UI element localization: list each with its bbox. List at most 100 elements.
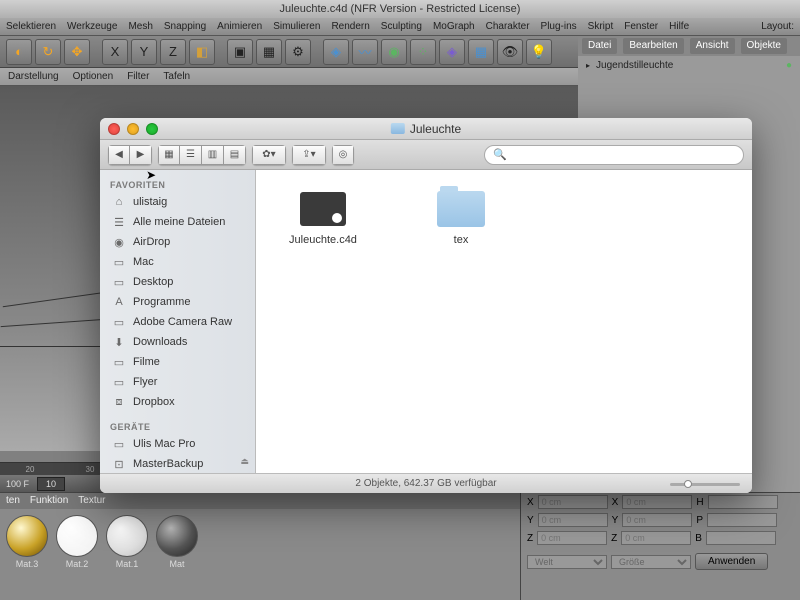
menu-plugins[interactable]: Plug-ins [541,18,577,35]
z-pos[interactable] [537,531,607,545]
tool-light-icon[interactable]: 💡 [526,39,552,65]
menu-selektieren[interactable]: Selektieren [6,18,56,35]
tool-1-icon[interactable]: ◐ [6,39,32,65]
tool-z-icon[interactable]: Z [160,39,186,65]
tool-x-icon[interactable]: X [102,39,128,65]
sidebar-item-alle-meine-dateien[interactable]: ☰Alle meine Dateien [100,212,255,232]
sidebar-item-filme[interactable]: ▭Filme [100,352,255,372]
material-mat.2[interactable]: Mat.2 [54,513,100,569]
share-button[interactable]: ⇪▾ [292,145,326,165]
action-button[interactable]: ✿▾ [252,145,286,165]
menu-sculpting[interactable]: Sculpting [381,18,422,35]
file-juleuchte-c4d[interactable]: Juleuchte.c4d ➤ [284,190,362,246]
anwenden-button[interactable]: Anwenden [695,553,768,570]
sidebar-device-ulis-mac-pro[interactable]: ▭Ulis Mac Pro [100,434,255,454]
view-cover-button[interactable]: ▤ [224,145,246,165]
rtab-ansicht[interactable]: Ansicht [690,38,735,54]
search-input[interactable] [511,149,735,161]
material-mat.3[interactable]: Mat.3 [4,513,50,569]
icon-size-slider[interactable] [670,480,740,488]
nav-back-button[interactable]: ◀ [108,145,130,165]
rtab-datei[interactable]: Datei [582,38,617,54]
rtab-objekte[interactable]: Objekte [741,38,787,54]
sb-icon: ▭ [112,315,126,329]
search-field[interactable]: 🔍 [484,145,744,165]
material-mat[interactable]: Mat [154,513,200,569]
sidebar-item-downloads[interactable]: ⬇Downloads [100,332,255,352]
menu-skript[interactable]: Skript [588,18,614,35]
tool-y-icon[interactable]: Y [131,39,157,65]
y-pos[interactable] [538,513,608,527]
subtab-tafeln[interactable]: Tafeln [163,68,190,85]
groesse-select[interactable]: Größe [611,555,691,569]
eject-icon[interactable]: ⏏ [240,456,249,467]
tool-array-icon[interactable]: ⁘ [410,39,436,65]
material-mat.1[interactable]: Mat.1 [104,513,150,569]
material-label: Mat.2 [54,559,100,569]
sidebar-item-programme[interactable]: AProgramme [100,292,255,312]
tool-spline-icon[interactable]: 〰 [352,39,378,65]
tool-2-icon[interactable]: ↻ [35,39,61,65]
x-size[interactable] [622,495,692,509]
sidebar-item-flyer[interactable]: ▭Flyer [100,372,255,392]
finder-titlebar[interactable]: Juleuchte [100,118,752,140]
tool-prim-icon[interactable]: ◈ [323,39,349,65]
rtab-bearbeiten[interactable]: Bearbeiten [623,38,683,54]
welt-select[interactable]: Welt [527,555,607,569]
tool-nurbs-icon[interactable]: ◉ [381,39,407,65]
tool-clap-icon[interactable]: ▦ [256,39,282,65]
sidebar-item-label: Flyer [133,376,157,388]
finder-content[interactable]: Juleuchte.c4d ➤ tex [256,170,752,473]
y-size[interactable] [622,513,692,527]
sidebar-item-airdrop[interactable]: ◉AirDrop [100,232,255,252]
menu-mograph[interactable]: MoGraph [433,18,475,35]
z-size[interactable] [621,531,691,545]
tool-render-icon[interactable]: ▣ [227,39,253,65]
menu-snapping[interactable]: Snapping [164,18,206,35]
menu-rendern[interactable]: Rendern [331,18,369,35]
sidebar-item-adobe-camera-raw[interactable]: ▭Adobe Camera Raw [100,312,255,332]
sidebar-item-label: Alle meine Dateien [133,216,225,228]
folder-tex[interactable]: tex [422,190,500,246]
sidebar-device-masterbackup[interactable]: ⊡MasterBackup [100,454,255,473]
sidebar-item-mac[interactable]: ▭Mac [100,252,255,272]
subtab-darstellung[interactable]: Darstellung [8,68,59,85]
sidebar-item-desktop[interactable]: ▭Desktop [100,272,255,292]
menu-animieren[interactable]: Animieren [217,18,262,35]
sidebar-item-dropbox[interactable]: ⧈Dropbox [100,392,255,412]
tags-button[interactable]: ◎ [332,145,354,165]
close-button[interactable] [108,123,120,135]
subtab-optionen[interactable]: Optionen [73,68,114,85]
view-columns-button[interactable]: ▥ [202,145,224,165]
finder-window: Juleuchte ◀ ▶ ▦ ☰ ▥ ▤ ✿▾ ⇪▾ ◎ 🔍 FAVORITE… [100,118,752,493]
x-pos[interactable] [538,495,608,509]
menu-mesh[interactable]: Mesh [128,18,152,35]
scene-object[interactable]: Jugendstilleuchte ● [578,56,800,75]
menu-simulieren[interactable]: Simulieren [273,18,320,35]
mtab-2[interactable]: Funktion [30,493,68,509]
tool-set-icon[interactable]: ⚙ [285,39,311,65]
p-rot[interactable] [707,513,777,527]
tool-env-icon[interactable]: ▦ [468,39,494,65]
h-rot[interactable] [708,495,778,509]
mtab-1[interactable]: ten [6,493,20,509]
minimize-button[interactable] [127,123,139,135]
tool-cam-icon[interactable]: 👁 [497,39,523,65]
zoom-button[interactable] [146,123,158,135]
menu-fenster[interactable]: Fenster [624,18,658,35]
nav-fwd-button[interactable]: ▶ [130,145,152,165]
frame-field[interactable]: 10 [37,477,65,491]
mtab-3[interactable]: Textur [78,493,105,509]
view-icons-button[interactable]: ▦ [158,145,180,165]
tool-move-icon[interactable]: ✥ [64,39,90,65]
b-rot[interactable] [706,531,776,545]
menu-hilfe[interactable]: Hilfe [669,18,689,35]
view-list-button[interactable]: ☰ [180,145,202,165]
sidebar-item-ulistaig[interactable]: ⌂ulistaig [100,192,255,212]
menu-charakter[interactable]: Charakter [486,18,530,35]
tool-deform-icon[interactable]: ◈ [439,39,465,65]
menu-werkzeuge[interactable]: Werkzeuge [67,18,117,35]
subtab-filter[interactable]: Filter [127,68,149,85]
tool-cube-icon[interactable]: ◧ [189,39,215,65]
sb-icon: ▭ [112,355,126,369]
